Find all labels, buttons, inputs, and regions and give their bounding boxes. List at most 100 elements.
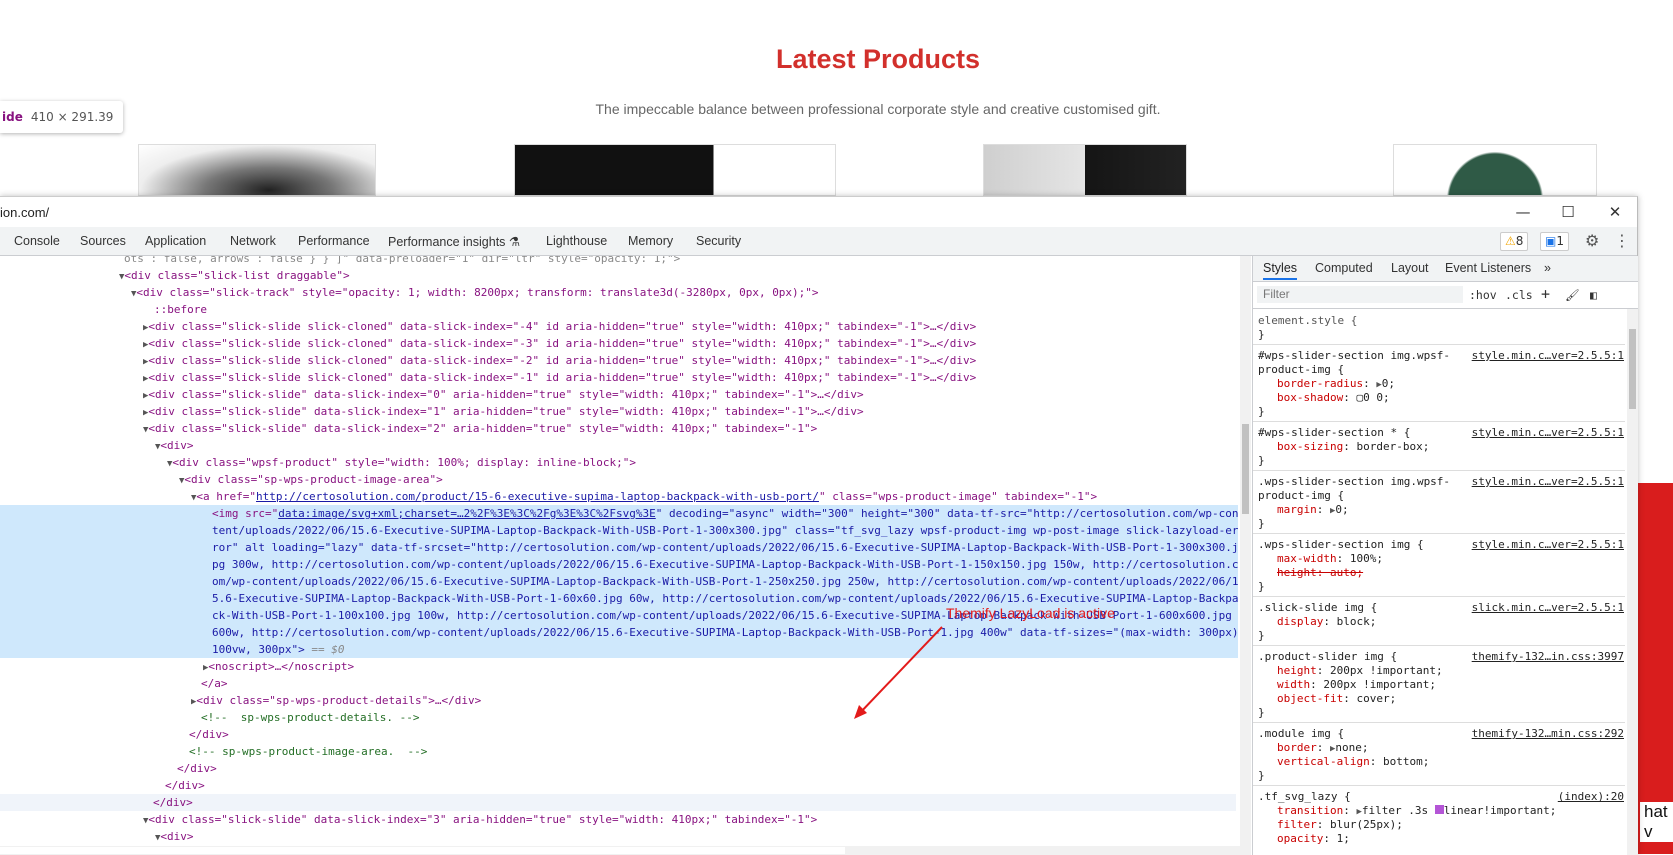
selected-dom-line[interactable]: 600w, http://certosolution.com/wp-conten… xyxy=(0,624,1238,641)
tab-application[interactable]: Application xyxy=(145,234,206,248)
selected-dom-line[interactable]: pg 300w, http://certosolution.com/wp-con… xyxy=(0,556,1238,573)
rule-source-link[interactable]: slick.min.c…ver=2.5.5:1 xyxy=(1472,601,1624,615)
dom-line[interactable]: <!-- sp-wps-product-details. --> xyxy=(201,709,1240,726)
tab-memory[interactable]: Memory xyxy=(628,234,673,248)
rule-selector: #wps-slider-section * { xyxy=(1258,426,1411,439)
overridden-property[interactable]: height: auto; xyxy=(1277,566,1363,580)
selected-dom-line[interactable]: tent/uploads/2022/06/15.6-Executive-SUPI… xyxy=(0,522,1238,539)
tab-styles[interactable]: Styles xyxy=(1263,261,1298,280)
css-property[interactable]: opacity: 1; xyxy=(1277,832,1350,846)
scrollbar-thumb[interactable] xyxy=(1629,329,1636,409)
tab-network[interactable]: Network xyxy=(230,234,276,248)
css-property[interactable]: object-fit: cover; xyxy=(1277,692,1396,706)
elements-scrollbar[interactable] xyxy=(1240,256,1251,855)
dom-line[interactable]: ▼<div class="slick-track" style="opacity… xyxy=(131,284,1240,301)
css-property[interactable]: display: block; xyxy=(1277,615,1376,629)
cls-toggle[interactable]: .cls xyxy=(1505,288,1533,302)
hscrollbar-thumb[interactable] xyxy=(0,847,845,854)
rule-source-link[interactable]: style.min.c…ver=2.5.5:1 xyxy=(1472,475,1624,489)
rule-source-link[interactable]: style.min.c…ver=2.5.5:1 xyxy=(1472,538,1624,552)
dom-line[interactable]: ▶<div class="slick-slide" data-slick-ind… xyxy=(143,403,1240,420)
styles-filter-input[interactable]: Filter xyxy=(1257,286,1463,303)
css-property[interactable]: margin: ▶0; xyxy=(1277,503,1349,517)
dom-line[interactable]: ::before xyxy=(154,301,1240,318)
scrollbar-thumb[interactable] xyxy=(1242,424,1249,514)
tab-lighthouse[interactable]: Lighthouse xyxy=(546,234,607,248)
styles-scrollbar[interactable] xyxy=(1627,309,1638,855)
tab-computed[interactable]: Computed xyxy=(1315,261,1373,275)
dom-line[interactable]: </div> xyxy=(165,777,1240,794)
dom-line[interactable]: <!-- sp-wps-product-image-area. --> xyxy=(189,743,1240,760)
maximize-icon[interactable]: ☐ xyxy=(1558,202,1578,222)
product-image-3[interactable] xyxy=(983,144,1187,196)
product-image-2[interactable] xyxy=(514,144,836,196)
rule-source-link[interactable]: style.min.c…ver=2.5.5:1 xyxy=(1472,349,1624,363)
dom-line[interactable]: ▼<div> xyxy=(155,828,1240,845)
dom-line[interactable]: ▼<div class="sp-wps-product-image-area"> xyxy=(179,471,1240,488)
css-property[interactable]: max-width: 100%; xyxy=(1277,552,1383,566)
selected-dom-line[interactable]: om/wp-content/uploads/2022/06/15.6-Execu… xyxy=(0,573,1238,590)
tab-console[interactable]: Console xyxy=(14,234,60,248)
dom-line[interactable]: ▶<div class="slick-slide slick-cloned" d… xyxy=(143,335,1240,352)
dom-line[interactable]: </div> xyxy=(0,794,1236,811)
tab-performance[interactable]: Performance xyxy=(298,234,370,248)
dom-line[interactable]: ▶<div class="slick-slide slick-cloned" d… xyxy=(143,369,1240,386)
product-image-4[interactable] xyxy=(1393,144,1597,196)
css-property[interactable]: filter: blur(25px); xyxy=(1277,818,1403,832)
dom-line[interactable]: ▼<div> xyxy=(155,437,1240,454)
paint-icon[interactable]: 🖌 xyxy=(1565,288,1580,302)
css-property[interactable]: box-sizing: border-box; xyxy=(1277,440,1429,454)
close-icon[interactable]: ✕ xyxy=(1605,202,1625,222)
dom-line[interactable]: ▶<div class="slick-slide slick-cloned" d… xyxy=(143,318,1240,335)
property-value: none; xyxy=(1335,741,1369,754)
href-link[interactable]: http://certosolution.com/product/15-6-ex… xyxy=(256,490,819,503)
css-property[interactable]: box-shadow: ▢0 0; xyxy=(1277,391,1390,405)
selected-dom-line[interactable]: 100vw, 300px"> == $0 xyxy=(0,641,1238,658)
dom-line[interactable]: ▶<div class="slick-slide slick-cloned" d… xyxy=(143,352,1240,369)
css-property[interactable]: height: 200px !important; xyxy=(1277,664,1443,678)
rule-source-link[interactable]: themify-132…in.css:3997 xyxy=(1472,650,1624,664)
sidebar-toggle-icon[interactable]: ◧ xyxy=(1590,288,1597,302)
css-property[interactable]: border: ▶none; xyxy=(1277,741,1369,755)
gear-icon[interactable]: ⚙ xyxy=(1585,231,1599,250)
tab-performance-insights[interactable]: Performance insights ⚗ xyxy=(388,234,520,249)
dom-line[interactable]: ▶<div class="sp-wps-product-details">…</… xyxy=(191,692,1240,709)
annotation-label: Themify LazyLoad is active xyxy=(946,605,1115,621)
dom-line[interactable]: ▶<div class="slick-slide" data-slick-ind… xyxy=(143,386,1240,403)
minimize-icon[interactable]: — xyxy=(1513,202,1533,222)
dom-line[interactable]: </a> xyxy=(201,675,1240,692)
tab-layout[interactable]: Layout xyxy=(1391,261,1429,275)
elements-tree[interactable]: ots : false, arrows : false } } ]" data-… xyxy=(0,256,1240,855)
property-name: border xyxy=(1277,741,1317,754)
css-property[interactable]: transition: ▶filter .3s linear!important… xyxy=(1277,804,1556,818)
warnings-badge[interactable]: ⚠8 xyxy=(1500,232,1529,251)
tab-event-listeners[interactable]: Event Listeners xyxy=(1445,261,1531,275)
dom-line[interactable]: ▼<div class="wpsf-product" style="width:… xyxy=(167,454,1240,471)
selected-dom-line[interactable]: <img src="data:image/svg+xml;charset=…2%… xyxy=(0,505,1238,522)
more-options-icon[interactable]: ⋮ xyxy=(1614,231,1630,250)
dom-line[interactable]: ▼<div class="slick-list draggable"> xyxy=(119,267,1240,284)
rule-source-link[interactable]: (index):20 xyxy=(1558,790,1624,804)
dom-line[interactable]: ots : false, arrows : false } } ]" data-… xyxy=(124,256,1240,267)
dom-line[interactable]: ▼<div class="slick-slide" data-slick-ind… xyxy=(143,811,1240,828)
selected-dom-line[interactable]: ror" alt loading="lazy" data-tf-srcset="… xyxy=(0,539,1238,556)
dom-line[interactable]: ▶<noscript>…</noscript> xyxy=(203,658,1240,675)
product-image-1[interactable] xyxy=(138,144,376,196)
more-tabs-icon[interactable]: » xyxy=(1544,261,1551,275)
dom-line[interactable]: ▼<div class="slick-slide" data-slick-ind… xyxy=(143,420,1240,437)
messages-badge[interactable]: ▣1 xyxy=(1540,232,1569,251)
easing-editor-icon[interactable] xyxy=(1434,805,1444,814)
rule-source-link[interactable]: themify-132…min.css:292 xyxy=(1472,727,1624,741)
dom-line[interactable]: ▼<a href="http://certosolution.com/produ… xyxy=(191,488,1240,505)
img-src-link[interactable]: data:image/svg+xml;charset=…2%2F%3E%3C%2… xyxy=(278,507,656,520)
css-property[interactable]: vertical-align: bottom; xyxy=(1277,755,1429,769)
dom-line[interactable]: </div> xyxy=(177,760,1240,777)
add-rule-button[interactable]: + xyxy=(1541,285,1550,303)
css-property[interactable]: border-radius: ▶0; xyxy=(1277,377,1395,391)
rule-source-link[interactable]: style.min.c…ver=2.5.5:1 xyxy=(1472,426,1624,440)
tab-sources[interactable]: Sources xyxy=(80,234,126,248)
hov-toggle[interactable]: :hov xyxy=(1469,288,1497,302)
css-property[interactable]: width: 200px !important; xyxy=(1277,678,1436,692)
dom-line[interactable]: </div> xyxy=(189,726,1240,743)
tab-security[interactable]: Security xyxy=(696,234,741,248)
